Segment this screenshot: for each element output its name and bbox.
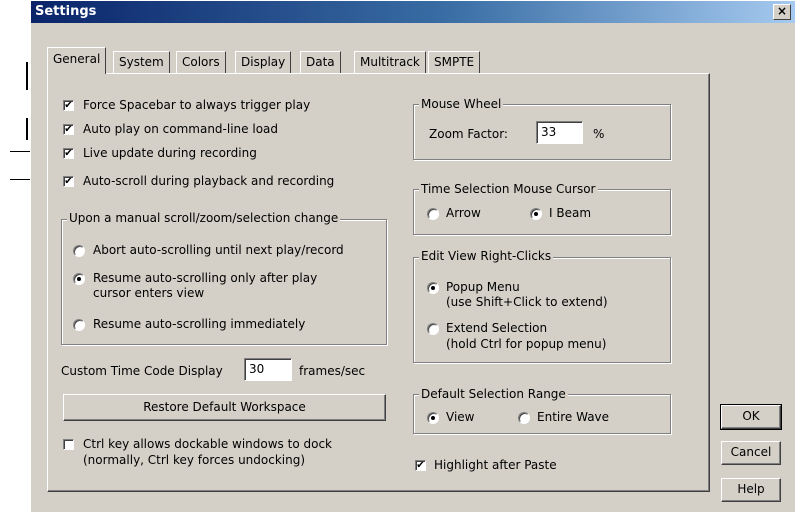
live-update-label: Live update during recording bbox=[83, 146, 257, 160]
ctrl-key-dock-label-line1: Ctrl key allows dockable windows to dock bbox=[83, 437, 332, 451]
auto-play-label: Auto play on command-line load bbox=[83, 122, 278, 136]
mouse-wheel-group-title: Mouse Wheel bbox=[419, 97, 504, 111]
cursor-ibeam-label: I Beam bbox=[549, 206, 592, 220]
frames-per-sec-unit: frames/sec bbox=[299, 364, 366, 378]
resume-after-play-label-line2: cursor enters view bbox=[93, 286, 205, 300]
ctrl-key-dock-checkbox[interactable] bbox=[63, 439, 74, 450]
cursor-arrow-label: Arrow bbox=[446, 206, 481, 220]
tab-system[interactable]: System bbox=[113, 51, 170, 73]
tab-multitrack[interactable]: Multitrack bbox=[354, 51, 426, 73]
extend-selection-label-line1: Extend Selection bbox=[446, 321, 548, 335]
ok-button[interactable]: OK bbox=[720, 404, 782, 430]
margin-mark-bottom bbox=[26, 118, 28, 140]
close-icon: × bbox=[776, 4, 788, 18]
live-update-checkbox[interactable]: ✔ bbox=[63, 148, 74, 159]
abort-autoscroll-radio[interactable] bbox=[73, 245, 85, 257]
window-title: Settings bbox=[35, 4, 97, 19]
resume-immediately-label: Resume auto-scrolling immediately bbox=[93, 317, 306, 331]
ctrl-key-dock-label-line2: (normally, Ctrl key forces undocking) bbox=[83, 453, 306, 467]
auto-play-checkbox[interactable]: ✔ bbox=[63, 124, 74, 135]
tab-display[interactable]: Display bbox=[235, 51, 292, 73]
cancel-button[interactable]: Cancel bbox=[721, 441, 781, 465]
resume-after-play-label-line1: Resume auto-scrolling only after play bbox=[93, 271, 318, 285]
tab-general[interactable]: General bbox=[47, 47, 107, 74]
auto-scroll-label: Auto-scroll during playback and recordin… bbox=[83, 174, 335, 188]
settings-dialog: Settings × General System Colors Display… bbox=[30, 0, 795, 512]
title-bar: Settings × bbox=[31, 1, 795, 23]
zoom-factor-label: Zoom Factor: bbox=[429, 127, 508, 141]
tab-smpte[interactable]: SMPTE bbox=[428, 51, 481, 73]
close-button[interactable]: × bbox=[773, 4, 791, 20]
time-code-label: Custom Time Code Display bbox=[61, 364, 223, 378]
selection-view-radio[interactable] bbox=[427, 412, 439, 424]
auto-scroll-checkbox[interactable]: ✔ bbox=[63, 176, 74, 187]
cursor-ibeam-radio[interactable] bbox=[530, 208, 542, 220]
manual-scroll-group-title: Upon a manual scroll/zoom/selection chan… bbox=[67, 211, 341, 225]
popup-menu-label-line1: Popup Menu bbox=[446, 280, 520, 294]
popup-menu-label-line2: (use Shift+Click to extend) bbox=[446, 295, 608, 309]
margin-mark-top bbox=[26, 62, 28, 90]
selection-view-label: View bbox=[446, 410, 475, 424]
force-spacebar-label: Force Spacebar to always trigger play bbox=[83, 98, 311, 112]
tab-colors[interactable]: Colors bbox=[176, 51, 226, 73]
help-button[interactable]: Help bbox=[721, 478, 781, 502]
edit-view-right-clicks-group-title: Edit View Right-Clicks bbox=[419, 249, 554, 263]
highlight-after-paste-label: Highlight after Paste bbox=[434, 458, 557, 472]
cursor-arrow-radio[interactable] bbox=[427, 208, 439, 220]
time-selection-cursor-group-title: Time Selection Mouse Cursor bbox=[419, 182, 598, 196]
zoom-factor-input[interactable]: 33 bbox=[536, 121, 583, 144]
restore-default-workspace-button[interactable]: Restore Default Workspace bbox=[63, 394, 386, 421]
force-spacebar-checkbox[interactable]: ✔ bbox=[63, 100, 74, 111]
zoom-factor-unit: % bbox=[593, 127, 605, 141]
tab-data[interactable]: Data bbox=[300, 51, 341, 73]
highlight-after-paste-checkbox[interactable]: ✔ bbox=[415, 460, 426, 471]
selection-entire-wave-radio[interactable] bbox=[518, 412, 530, 424]
extend-selection-label-line2: (hold Ctrl for popup menu) bbox=[446, 337, 607, 351]
popup-menu-radio[interactable] bbox=[427, 282, 439, 294]
abort-autoscroll-label: Abort auto-scrolling until next play/rec… bbox=[93, 243, 344, 257]
extend-selection-radio[interactable] bbox=[427, 323, 439, 335]
default-selection-range-group-title: Default Selection Range bbox=[419, 387, 568, 401]
frames-per-sec-input[interactable]: 30 bbox=[244, 358, 292, 381]
selection-entire-wave-label: Entire Wave bbox=[537, 410, 610, 424]
resume-immediately-radio[interactable] bbox=[73, 319, 85, 331]
resume-after-play-radio[interactable] bbox=[73, 273, 85, 285]
